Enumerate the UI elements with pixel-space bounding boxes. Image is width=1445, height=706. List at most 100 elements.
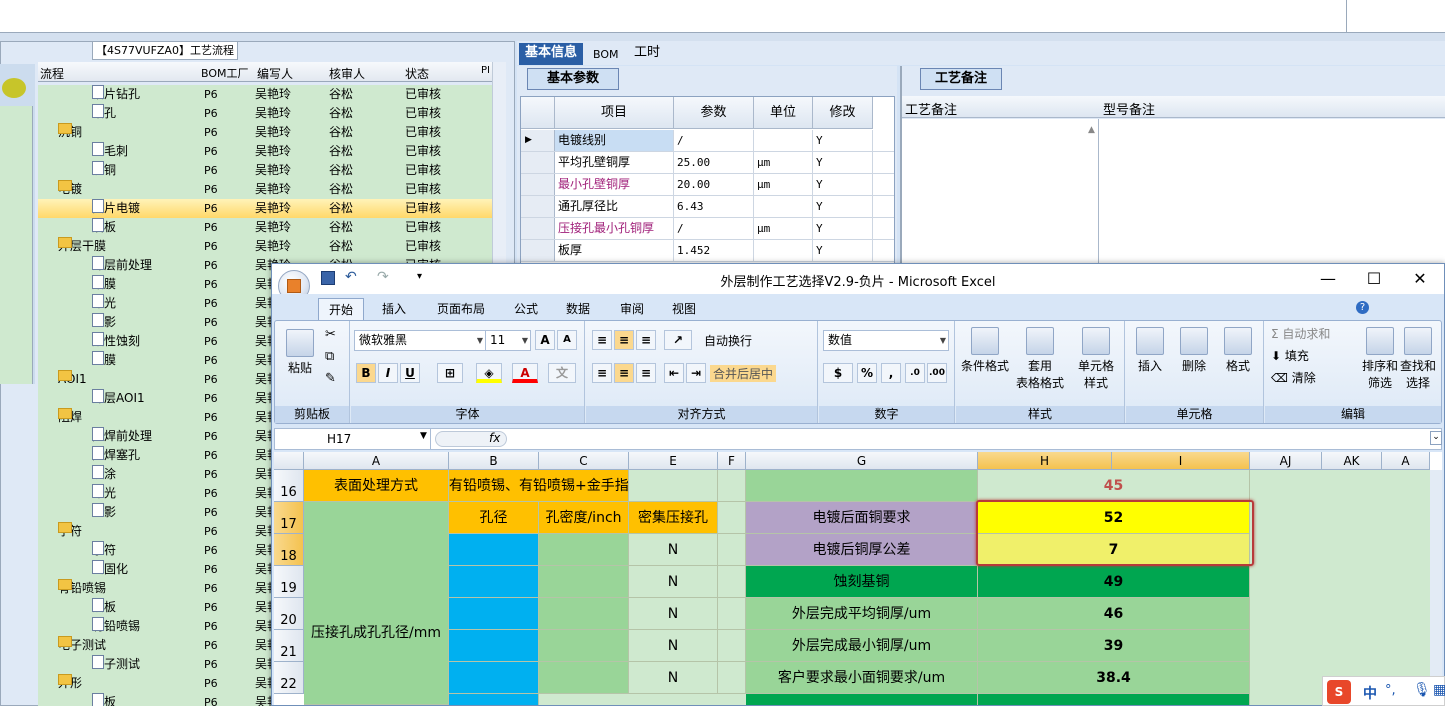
grid-head-edit[interactable]: 修改: [813, 97, 873, 129]
format-cells-button[interactable]: 格式: [1218, 327, 1258, 374]
cell-b19[interactable]: [449, 566, 539, 598]
cell-e22[interactable]: N: [629, 662, 718, 694]
grid-cell-item[interactable]: 最小孔壁铜厚: [555, 174, 674, 195]
row-header[interactable]: 17: [274, 502, 304, 534]
bold-button[interactable]: B: [356, 363, 376, 383]
align-middle-button[interactable]: ≡: [614, 330, 634, 350]
cell-h22[interactable]: 38.4: [978, 662, 1250, 694]
cell-g19[interactable]: 蚀刻基铜: [746, 566, 978, 598]
tab-bom[interactable]: BOM: [587, 45, 625, 67]
splitter[interactable]: [0, 33, 1445, 41]
row-indicator-icon[interactable]: [521, 240, 555, 261]
grow-font-button[interactable]: A: [535, 330, 555, 350]
tree-node[interactable]: −沉铜: [58, 123, 82, 142]
grid-head-unit[interactable]: 单位: [754, 97, 813, 129]
cell-c20[interactable]: [539, 598, 629, 630]
phonetic-button[interactable]: 文: [548, 363, 576, 383]
tree-node[interactable]: −字符: [58, 522, 82, 541]
grid-cell-unit[interactable]: [754, 130, 813, 151]
grid-row[interactable]: 最小孔壁铜厚 20.00 μm Y: [521, 174, 894, 196]
grid-cell-unit[interactable]: μm: [754, 152, 813, 173]
tree-node[interactable]: 终固化: [92, 560, 128, 579]
copy-icon[interactable]: ⧉: [325, 349, 334, 364]
sogou-icon[interactable]: S: [1327, 680, 1351, 704]
grid-cell-edit[interactable]: Y: [813, 130, 873, 151]
tree-node[interactable]: 有铅喷锡: [92, 617, 140, 636]
row-header[interactable]: 18: [274, 534, 304, 566]
font-color-button[interactable]: A: [512, 363, 538, 383]
align-center-button[interactable]: ≡: [614, 363, 634, 383]
increase-decimal-button[interactable]: .0: [905, 363, 925, 383]
align-left-button[interactable]: ≡: [592, 363, 612, 383]
tree-row[interactable]: 去毛刺 P6 吴艳玲 谷松 已审核: [38, 142, 492, 161]
column-header[interactable]: AJ: [1250, 452, 1322, 470]
cell-f21[interactable]: [718, 630, 746, 662]
row-header[interactable]: 21: [274, 630, 304, 662]
notes-col-process[interactable]: 工艺备注: [905, 99, 957, 118]
tree-node[interactable]: 钻孔: [92, 104, 116, 123]
cell-b22[interactable]: [449, 662, 539, 694]
worksheet[interactable]: A B C E F G H I AJ AK A 16 17 18 19 20 21 22 表面处理方式 有铅喷锡、有铅…: [274, 452, 1442, 705]
tab-data[interactable]: 数据: [556, 298, 600, 320]
tree-node[interactable]: 喷涂: [92, 465, 116, 484]
cell-c21[interactable]: [539, 630, 629, 662]
col-process[interactable]: 流程: [40, 65, 64, 82]
paste-button[interactable]: 粘贴: [283, 329, 317, 376]
close-icon[interactable]: ✕: [1410, 269, 1430, 288]
cell-e18[interactable]: N: [629, 534, 718, 566]
mic-icon[interactable]: 🎙: [1413, 682, 1431, 698]
tree-row[interactable]: 铝片钻孔 P6 吴艳玲 谷松 已审核: [38, 85, 492, 104]
tab-basic-params[interactable]: 基本参数: [527, 68, 619, 90]
cell-g22[interactable]: 客户要求最小面铜要求/um: [746, 662, 978, 694]
row-header[interactable]: 19: [274, 566, 304, 598]
decrease-decimal-button[interactable]: .00: [927, 363, 947, 383]
cell-b18[interactable]: [449, 534, 539, 566]
increase-indent-button[interactable]: ⇥: [686, 363, 706, 383]
tree-node[interactable]: 阻焊前处理: [92, 427, 152, 446]
sort-filter-button[interactable]: 排序和 筛选: [1361, 327, 1399, 391]
tab-basic-info[interactable]: 基本信息: [519, 43, 584, 65]
italic-button[interactable]: I: [378, 363, 398, 383]
row-indicator-icon[interactable]: ▶: [521, 130, 555, 151]
cell-e17[interactable]: 密集压接孔: [629, 502, 718, 534]
tree-node[interactable]: −有铅喷锡: [58, 579, 106, 598]
notes-col-model[interactable]: 型号备注: [1103, 99, 1155, 118]
column-header[interactable]: I: [1112, 452, 1250, 470]
cell-a-merged[interactable]: 压接孔成孔孔径/mm: [304, 502, 449, 705]
grid-cell-edit[interactable]: Y: [813, 174, 873, 195]
tree-node[interactable]: 曝光: [92, 484, 116, 503]
tree-node[interactable]: 曝光: [92, 294, 116, 313]
row-indicator-icon[interactable]: [521, 152, 555, 173]
cell-e19[interactable]: N: [629, 566, 718, 598]
qat-dropdown-icon[interactable]: ▾: [417, 271, 422, 282]
column-header[interactable]: G: [746, 452, 978, 470]
column-header[interactable]: A: [304, 452, 449, 470]
cell-c18[interactable]: [539, 534, 629, 566]
tree-row[interactable]: 磨板 P6 吴艳玲 谷松 已审核: [38, 218, 492, 237]
col-writer[interactable]: 编写人: [257, 65, 293, 82]
scroll-up-icon[interactable]: ▲: [1088, 125, 1095, 135]
grid-row[interactable]: 平均孔壁铜厚 25.00 μm Y: [521, 152, 894, 174]
percent-button[interactable]: %: [857, 363, 877, 383]
cell-h21[interactable]: 39: [978, 630, 1250, 662]
tree-node[interactable]: 显影: [92, 313, 116, 332]
tree-row[interactable]: 负片电镀 P6 吴艳玲 谷松 已审核: [38, 199, 492, 218]
grid-cell-param[interactable]: 25.00: [674, 152, 754, 173]
cell-e20[interactable]: N: [629, 598, 718, 630]
chat-bubble-icon[interactable]: [2, 78, 26, 98]
cell-g18[interactable]: 电镀后铜厚公差: [746, 534, 978, 566]
tree-node[interactable]: 贴膜: [92, 275, 116, 294]
keyboard-icon[interactable]: ▦: [1433, 682, 1445, 698]
align-right-button[interactable]: ≡: [636, 363, 656, 383]
col-pi[interactable]: PI: [481, 65, 490, 76]
tree-node[interactable]: −阻焊: [58, 408, 82, 427]
grid-cell-param[interactable]: 1.452: [674, 240, 754, 261]
tree-node[interactable]: 负片电镀: [92, 199, 140, 218]
tree-node[interactable]: 去毛刺: [92, 142, 128, 161]
tab-formulas[interactable]: 公式: [504, 298, 548, 320]
grid-cell-item[interactable]: 平均孔壁铜厚: [555, 152, 674, 173]
decrease-indent-button[interactable]: ⇤: [664, 363, 684, 383]
tree-row[interactable]: 钻孔 P6 吴艳玲 谷松 已审核: [38, 104, 492, 123]
tab-work-hours[interactable]: 工时: [628, 43, 666, 65]
tree-node[interactable]: 外层前处理: [92, 256, 152, 275]
